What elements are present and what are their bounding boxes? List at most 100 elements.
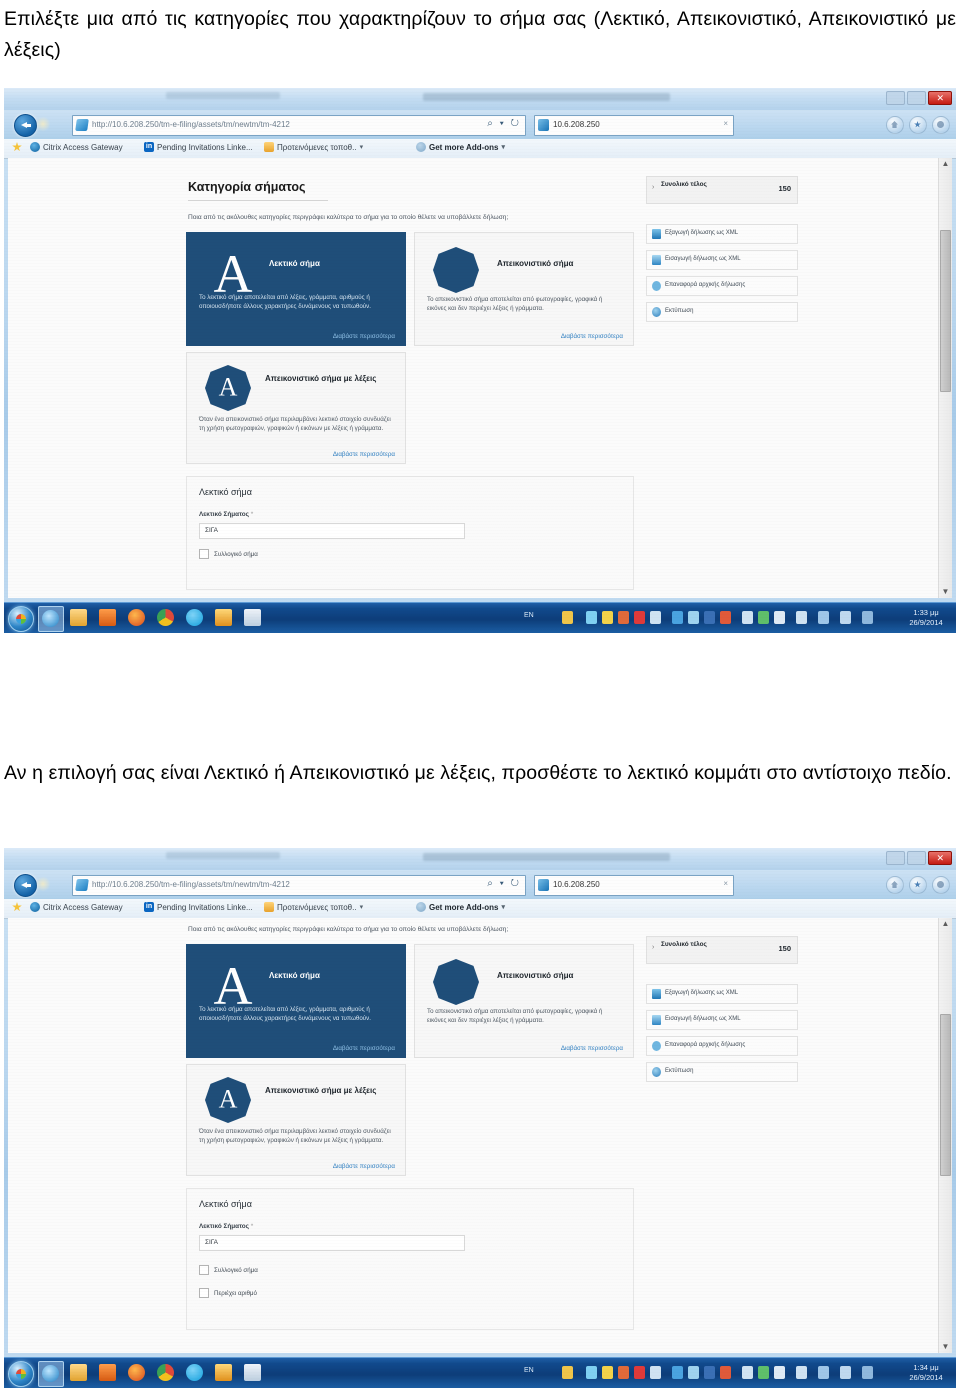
back-button[interactable]	[14, 114, 37, 137]
taskbar-skype[interactable]	[183, 1361, 207, 1385]
close-button[interactable]: ✕	[928, 851, 952, 865]
card-read-more-link[interactable]: Διαβάστε περισσότερα	[197, 1045, 395, 1052]
tray-icon[interactable]	[602, 1366, 613, 1379]
chevron-down-icon[interactable]: ▾	[360, 903, 364, 911]
tray-icon[interactable]	[650, 611, 661, 624]
action-restore-declaration[interactable]: Επαναφορά αρχικής δήλωσης	[646, 276, 798, 296]
tray-icon[interactable]	[840, 1366, 851, 1379]
action-export-xml[interactable]: Εξαγωγή δήλωσης ως XML	[646, 984, 798, 1004]
card-read-more-link[interactable]: Διαβάστε περισσότερα	[197, 333, 395, 340]
scrollbar-thumb[interactable]	[940, 1014, 951, 1176]
favorite-citrix[interactable]: Citrix Access Gateway	[30, 142, 123, 152]
system-tray[interactable]	[524, 1366, 898, 1382]
volume-icon[interactable]	[862, 611, 873, 624]
tray-icon[interactable]	[742, 611, 753, 624]
taskbar-chrome[interactable]	[154, 1361, 178, 1385]
action-import-xml[interactable]: Εισαγωγή δήλωσης ως XML	[646, 1010, 798, 1030]
favorite-citrix[interactable]: Citrix Access Gateway	[30, 902, 123, 912]
browser-command-bar[interactable]	[886, 116, 950, 134]
favorites-bar-star[interactable]	[12, 142, 22, 152]
close-button[interactable]: ✕	[928, 91, 952, 105]
volume-icon[interactable]	[862, 1366, 873, 1379]
taskbar-media-player[interactable]	[96, 1361, 120, 1385]
word-mark-input[interactable]: ΣΙΓΑ	[199, 1235, 465, 1251]
tray-icon[interactable]	[758, 1366, 769, 1379]
taskbar-outlook[interactable]	[212, 1361, 236, 1385]
windows-taskbar-1[interactable]: EN 1:33 μμ 26/9/2014	[4, 602, 956, 633]
taskbar-internet-explorer[interactable]	[38, 606, 64, 632]
tray-icon[interactable]	[840, 611, 851, 624]
taskbar-chrome[interactable]	[154, 606, 178, 630]
checkbox-collective-mark[interactable]: Συλλογικό σήμα	[199, 1265, 258, 1275]
window-controls[interactable]: ✕	[886, 91, 952, 105]
tray-icon[interactable]	[796, 611, 807, 624]
checkbox-box[interactable]	[199, 1288, 209, 1298]
favorite-suggested-sites[interactable]: Προτεινόμενες τοποθ.. ▾	[264, 902, 363, 912]
tray-icon[interactable]	[720, 1366, 731, 1379]
taskbar-outlook[interactable]	[212, 606, 236, 630]
word-mark-input[interactable]: ΣΙΓΑ	[199, 523, 465, 539]
card-word-mark[interactable]: A Λεκτικό σήμα Το λεκτικό σήμα αποτελείτ…	[186, 232, 406, 346]
start-button[interactable]	[8, 1361, 34, 1387]
action-restore-declaration[interactable]: Επαναφορά αρχικής δήλωσης	[646, 1036, 798, 1056]
tray-icon[interactable]	[562, 1366, 573, 1379]
window-controls[interactable]: ✕	[886, 851, 952, 865]
tray-icon[interactable]	[818, 1366, 829, 1379]
card-read-more-link[interactable]: Διαβάστε περισσότερα	[197, 1163, 395, 1170]
page-scrollbar[interactable]: ▲ ▼	[938, 158, 952, 598]
favorites-icon[interactable]	[909, 876, 927, 894]
taskbar-skype[interactable]	[183, 606, 207, 630]
taskbar-clock[interactable]: 1:33 μμ 26/9/2014	[900, 608, 952, 628]
minimize-button[interactable]	[886, 851, 906, 865]
card-word-mark[interactable]: A Λεκτικό σήμα Το λεκτικό σήμα αποτελείτ…	[186, 944, 406, 1058]
browser-command-bar[interactable]	[886, 876, 950, 894]
system-tray[interactable]	[524, 611, 898, 627]
tray-icon[interactable]	[650, 1366, 661, 1379]
favorite-linkedin[interactable]: in Pending Invitations Linke...	[144, 142, 253, 152]
taskbar-word-document[interactable]	[241, 606, 265, 630]
tray-icon[interactable]	[586, 1366, 597, 1379]
favorite-get-more-addons[interactable]: Get more Add-ons ▾	[416, 142, 505, 152]
favorites-bar-star[interactable]	[12, 902, 22, 912]
checkbox-contains-number[interactable]: Περιέχει αριθμό	[199, 1288, 257, 1298]
card-figurative-with-words[interactable]: A Απεικονιστικό σήμα με λέξεις Όταν ένα …	[186, 1064, 406, 1176]
address-bar[interactable]: http://10.6.208.250/tm-e-filing/assets/t…	[72, 875, 526, 896]
taskbar-windows-explorer[interactable]	[67, 606, 91, 630]
start-button[interactable]	[8, 606, 34, 632]
tray-icon[interactable]	[742, 1366, 753, 1379]
tray-icon[interactable]	[688, 1366, 699, 1379]
maximize-button[interactable]	[907, 851, 927, 865]
chevron-down-icon[interactable]: ▾	[360, 143, 364, 151]
taskbar-firefox[interactable]	[125, 606, 149, 630]
forward-button[interactable]	[36, 116, 50, 132]
maximize-button[interactable]	[907, 91, 927, 105]
favorite-get-more-addons[interactable]: Get more Add-ons ▾	[416, 902, 505, 912]
tray-icon[interactable]	[774, 611, 785, 624]
tray-icon[interactable]	[586, 611, 597, 624]
tray-icon[interactable]	[634, 611, 645, 624]
tray-icon[interactable]	[720, 611, 731, 624]
taskbar-firefox[interactable]	[125, 1361, 149, 1385]
tray-icon[interactable]	[602, 611, 613, 624]
taskbar-clock[interactable]: 1:34 μμ 26/9/2014	[900, 1363, 952, 1383]
back-button[interactable]	[14, 874, 37, 897]
card-figurative-with-words[interactable]: A Απεικονιστικό σήμα με λέξεις Όταν ένα …	[186, 352, 406, 464]
settings-gear-icon[interactable]	[932, 876, 950, 894]
action-print[interactable]: Εκτύπωση	[646, 302, 798, 322]
taskbar-internet-explorer[interactable]	[38, 1361, 64, 1387]
tray-icon[interactable]	[774, 1366, 785, 1379]
scroll-up-icon[interactable]: ▲	[939, 918, 952, 930]
address-bar-tools[interactable]: ⌕ ▾ ↻	[487, 118, 521, 129]
settings-gear-icon[interactable]	[932, 116, 950, 134]
search-clear-icon[interactable]: ×	[723, 879, 728, 888]
page-scrollbar[interactable]: ▲ ▼	[938, 918, 952, 1353]
checkbox-box[interactable]	[199, 1265, 209, 1275]
scrollbar-thumb[interactable]	[940, 230, 951, 392]
tray-icon[interactable]	[758, 611, 769, 624]
tray-icon[interactable]	[618, 611, 629, 624]
home-icon[interactable]	[886, 116, 904, 134]
minimize-button[interactable]	[886, 91, 906, 105]
favorite-suggested-sites[interactable]: Προτεινόμενες τοποθ.. ▾	[264, 142, 363, 152]
tray-icon[interactable]	[818, 611, 829, 624]
tray-icon[interactable]	[704, 611, 715, 624]
